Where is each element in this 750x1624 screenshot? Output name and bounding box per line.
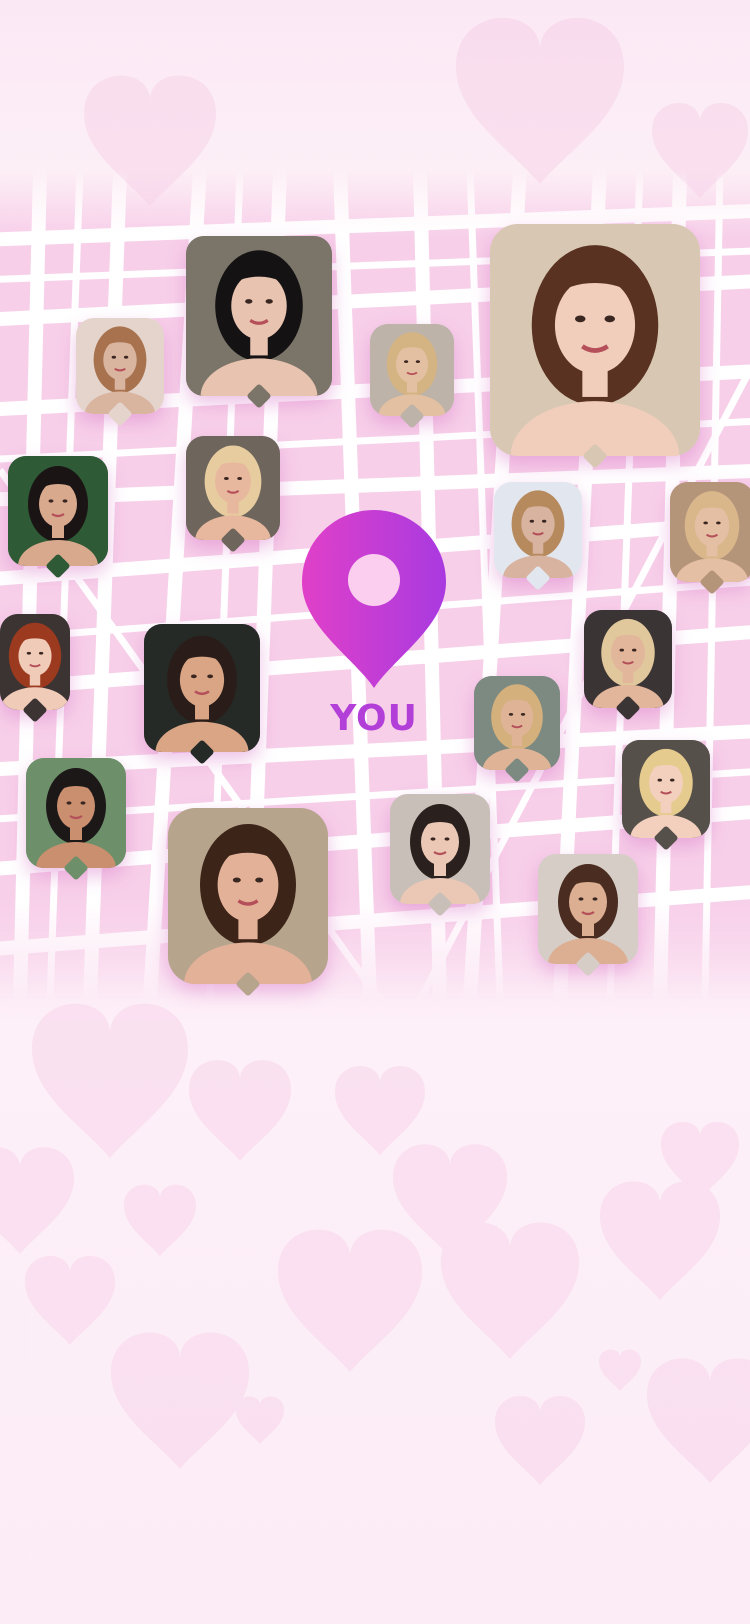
user-location-label: YOU [330,698,418,739]
profile-photo-9[interactable] [0,614,70,710]
profile-photo-6[interactable] [186,436,280,540]
profile-photo-4[interactable] [490,224,700,456]
profile-photo-8[interactable] [670,482,750,582]
profile-photo-11[interactable] [474,676,560,770]
profile-photo-7[interactable] [494,482,582,578]
profile-photo-15[interactable] [390,794,490,904]
profile-photo-5[interactable] [8,456,108,566]
profile-photo-16[interactable] [622,740,710,838]
profile-photo-12[interactable] [584,610,672,708]
profile-photo-14[interactable] [168,808,328,984]
profile-photo-10[interactable] [144,624,260,752]
profile-photo-3[interactable] [370,324,454,416]
profile-photo-17[interactable] [538,854,638,964]
profile-photo-13[interactable] [26,758,126,868]
profile-photo-1[interactable] [76,318,164,414]
location-pin-icon [302,510,446,688]
profile-photo-2[interactable] [186,236,332,396]
